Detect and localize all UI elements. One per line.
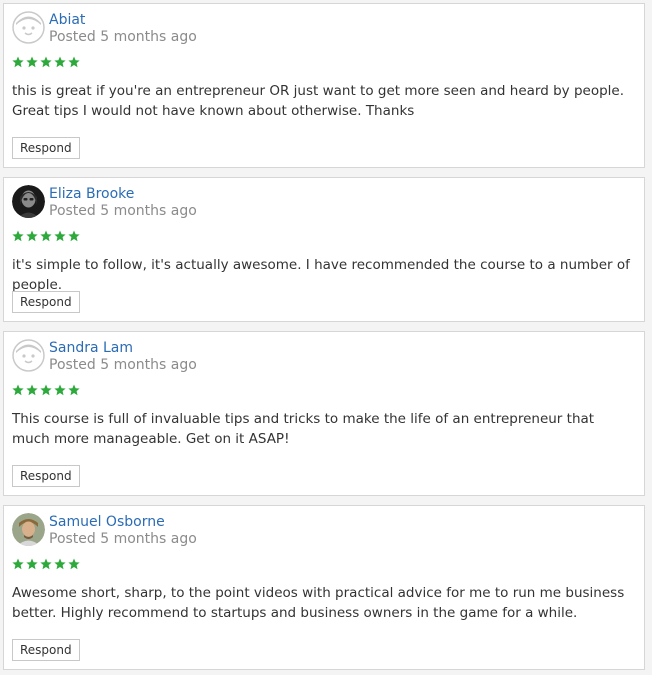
review-card: Sandra Lam Posted 5 months ago This cour… [3,331,645,496]
star-rating [12,384,80,397]
star-icon [68,230,80,242]
review-card: Samuel Osborne Posted 5 months ago Aweso… [3,505,645,670]
star-icon [40,558,52,570]
star-icon [40,230,52,242]
star-rating [12,558,80,571]
star-icon [54,230,66,242]
posted-time: Posted 5 months ago [49,531,197,547]
reviewer-name-link[interactable]: Abiat [49,12,85,28]
review-card: Eliza Brooke Posted 5 months ago it's si… [3,177,645,322]
star-icon [26,558,38,570]
star-icon [54,558,66,570]
review-text: it's simple to follow, it's actually awe… [12,257,630,293]
reviewer-name-link[interactable]: Sandra Lam [49,340,133,356]
user-photo-avatar [12,185,45,218]
star-icon [68,384,80,396]
user-photo-avatar [12,513,45,546]
default-avatar-face-icon [12,339,45,372]
respond-button[interactable]: Respond [12,465,80,487]
star-icon [12,56,24,68]
star-icon [12,384,24,396]
posted-time: Posted 5 months ago [49,29,197,45]
star-icon [12,230,24,242]
review-text: Awesome short, sharp, to the point video… [12,585,625,621]
review-text: This course is full of invaluable tips a… [12,411,595,447]
star-icon [40,56,52,68]
reviewer-name-link[interactable]: Eliza Brooke [49,186,134,202]
star-rating [12,56,80,69]
default-avatar-face-icon [12,11,45,44]
review-card: Abiat Posted 5 months ago this is great … [3,3,645,168]
star-rating [12,230,80,243]
review-text: this is great if you're an entrepreneur … [12,83,625,119]
respond-button[interactable]: Respond [12,639,80,661]
posted-time: Posted 5 months ago [49,357,197,373]
posted-time: Posted 5 months ago [49,203,197,219]
star-icon [12,558,24,570]
star-icon [54,56,66,68]
star-icon [26,384,38,396]
star-icon [54,384,66,396]
reviewer-name-link[interactable]: Samuel Osborne [49,514,165,530]
respond-button[interactable]: Respond [12,137,80,159]
star-icon [26,56,38,68]
star-icon [68,56,80,68]
respond-button[interactable]: Respond [12,291,80,313]
star-icon [26,230,38,242]
star-icon [68,558,80,570]
star-icon [40,384,52,396]
